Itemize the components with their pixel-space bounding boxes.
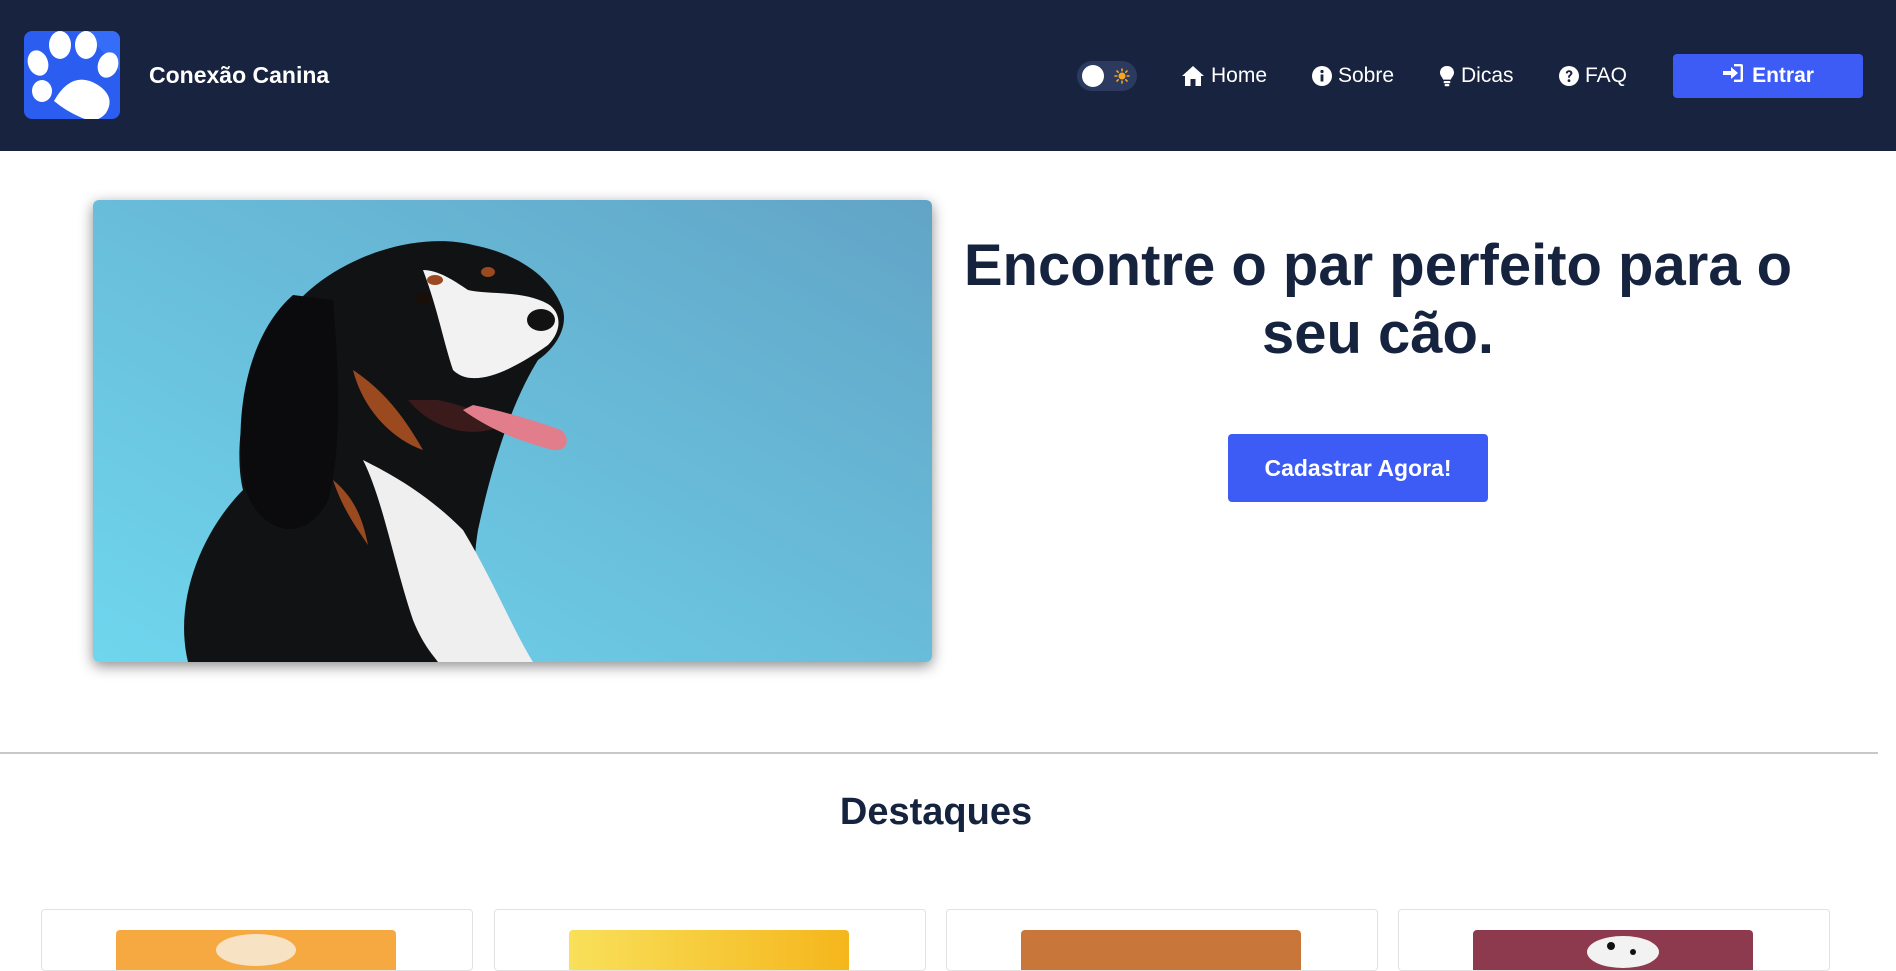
featured-card[interactable] bbox=[1398, 909, 1830, 971]
login-button[interactable]: Entrar bbox=[1673, 54, 1863, 98]
nav-sobre-label: Sobre bbox=[1338, 64, 1395, 87]
nav-home-label: Home bbox=[1211, 64, 1268, 87]
nav-sobre[interactable]: Sobre bbox=[1312, 61, 1394, 91]
nav-dicas[interactable]: Dicas bbox=[1439, 61, 1514, 91]
featured-card[interactable] bbox=[41, 909, 473, 971]
hero-title: Encontre o par perfeito para o seu cão. bbox=[963, 233, 1793, 366]
lightbulb-icon bbox=[1439, 65, 1455, 87]
featured-card-image bbox=[116, 930, 396, 970]
hero-dog-image bbox=[93, 200, 932, 662]
sun-icon bbox=[1111, 65, 1133, 87]
featured-card-image bbox=[1021, 930, 1301, 970]
featured-card[interactable] bbox=[494, 909, 926, 971]
nav-dicas-label: Dicas bbox=[1461, 64, 1514, 87]
toggle-knob bbox=[1082, 65, 1104, 87]
nav-home[interactable]: Home bbox=[1181, 61, 1267, 91]
nav-faq[interactable]: FAQ bbox=[1559, 61, 1627, 91]
theme-toggle[interactable] bbox=[1077, 61, 1137, 91]
login-label: Entrar bbox=[1752, 64, 1814, 87]
register-now-button[interactable]: Cadastrar Agora! bbox=[1228, 434, 1488, 502]
featured-card[interactable] bbox=[946, 909, 1378, 971]
top-navbar: Conexão Canina Home Sobre Dicas FAQ Entr… bbox=[0, 0, 1896, 151]
sign-in-icon bbox=[1722, 63, 1744, 89]
featured-card-image bbox=[1473, 930, 1753, 970]
brand-name[interactable]: Conexão Canina bbox=[149, 62, 329, 89]
paw-icon[interactable] bbox=[24, 31, 120, 119]
featured-title: Destaques bbox=[839, 791, 1033, 833]
info-icon bbox=[1312, 66, 1332, 86]
featured-card-image bbox=[569, 930, 849, 970]
home-icon bbox=[1181, 65, 1205, 87]
question-icon bbox=[1559, 66, 1579, 86]
section-divider bbox=[0, 752, 1878, 754]
nav-faq-label: FAQ bbox=[1585, 64, 1628, 87]
